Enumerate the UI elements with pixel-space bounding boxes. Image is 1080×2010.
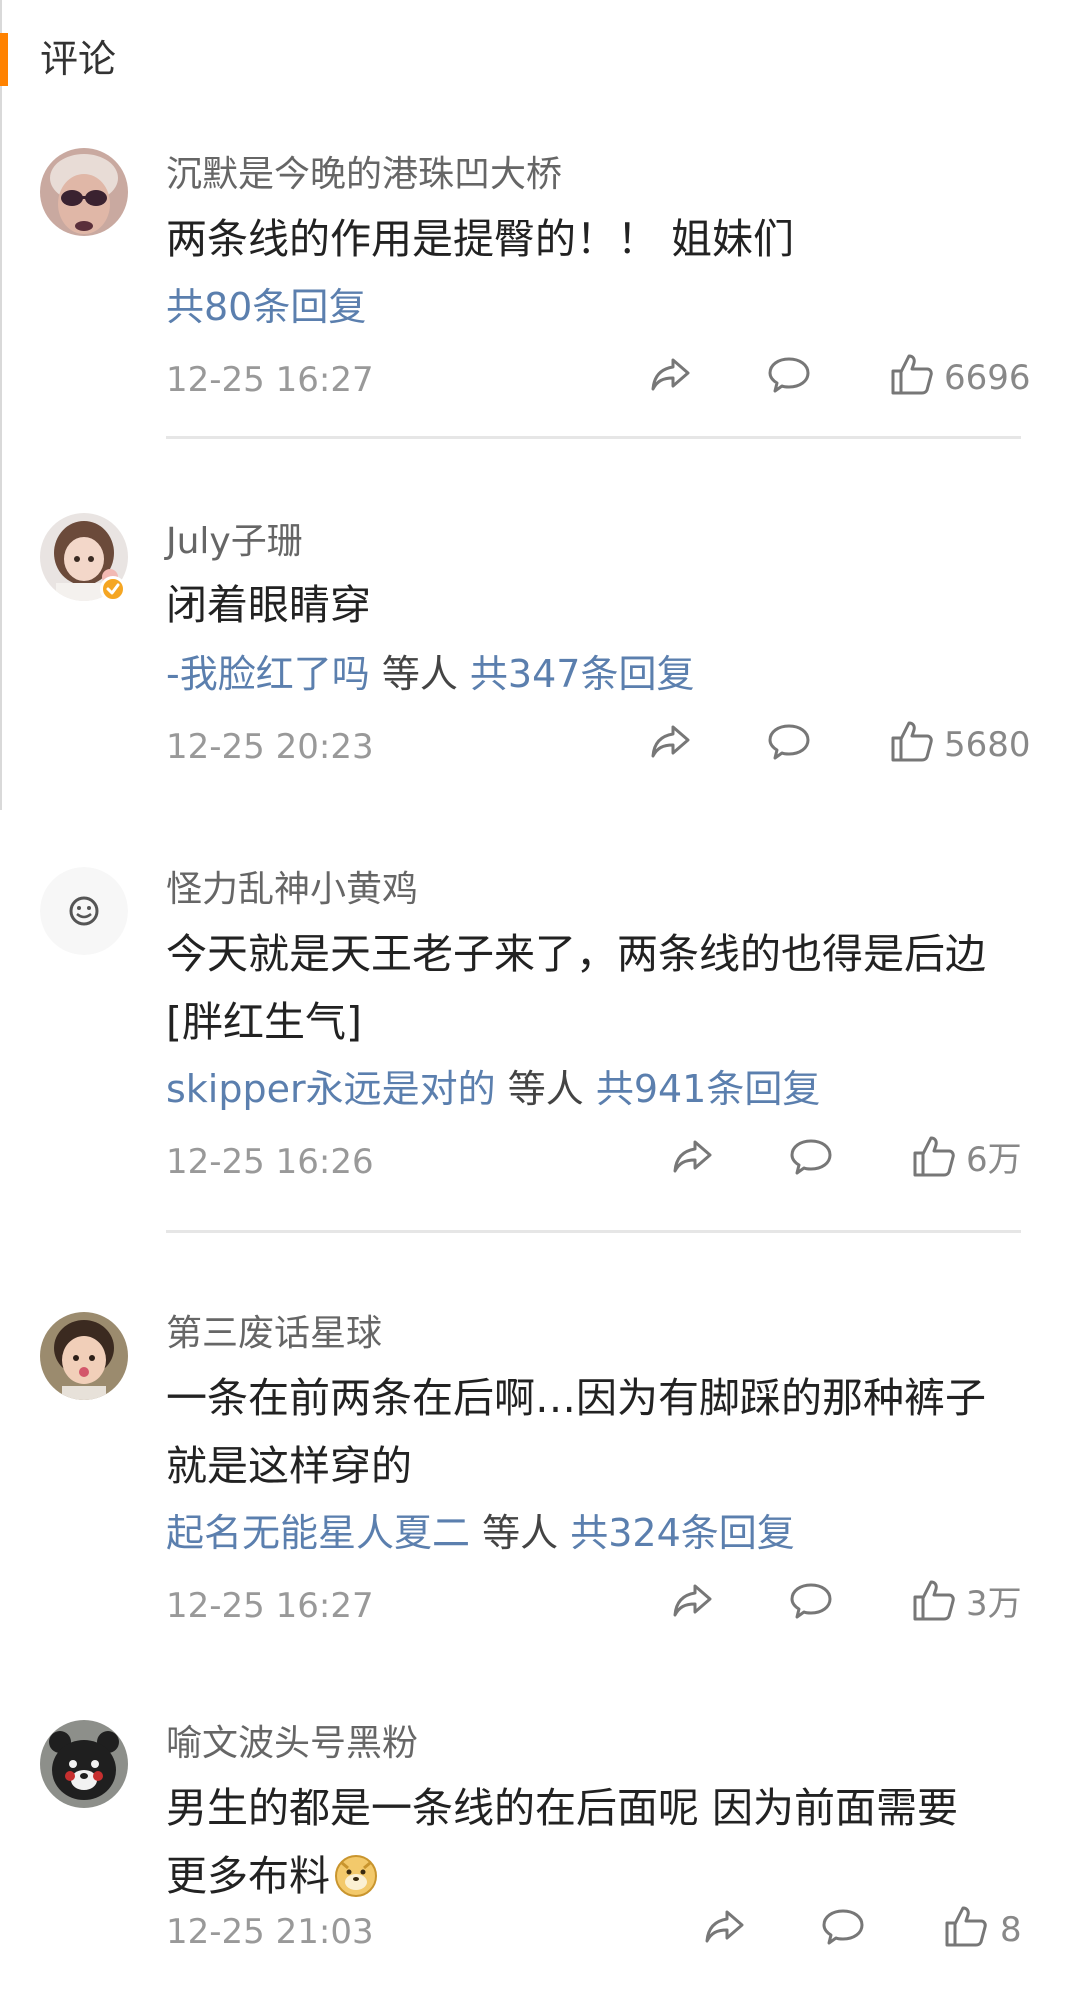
thumbs-up-icon (891, 354, 933, 395)
thumbs-up-icon (913, 1136, 955, 1177)
share-icon (651, 725, 690, 758)
comment-button[interactable] (820, 1904, 870, 1954)
like-button[interactable] (888, 717, 938, 767)
share-button[interactable] (702, 1904, 752, 1954)
share-icon (673, 1140, 712, 1173)
comment-item: July子珊 闭着眼睛穿 -我脸红了吗 等人 共347条回复 12-25 20:… (0, 440, 1080, 810)
comment-text: 两条线的作用是提臀的！！ 姐妹们 (166, 215, 795, 263)
comment-timestamp: 12-25 21:03 (166, 1912, 374, 1952)
like-count: 6万 (966, 1140, 1022, 1180)
comment-item: 喻文波头号黑粉 男生的都是一条线的在后面呢 因为前面需要更多布料 12-25 2… (0, 1670, 1080, 2010)
avatar[interactable] (40, 148, 128, 236)
replier-link[interactable]: 起名无能星人夏二 (166, 1511, 470, 1555)
comment-icon (822, 1909, 864, 1945)
thumbs-up-icon (913, 1580, 955, 1621)
reply-others-text: 等人 (507, 1067, 584, 1111)
reply-summary[interactable]: skipper永远是对的 等人 共941条回复 (166, 1064, 820, 1114)
share-icon (705, 1910, 744, 1943)
comment-icon (790, 1583, 832, 1619)
reply-others-text: 等人 (482, 1511, 559, 1555)
avatar-image-sunglasses (40, 148, 128, 236)
comment-username[interactable]: 沉默是今晚的港珠凹大桥 (166, 153, 562, 197)
like-button[interactable] (888, 350, 938, 400)
share-button[interactable] (670, 1134, 720, 1184)
comment-timestamp: 12-25 16:27 (166, 360, 374, 400)
like-button[interactable] (942, 1902, 992, 1952)
like-count: 6696 (944, 358, 1031, 398)
share-icon (651, 358, 690, 391)
comment-timestamp: 12-25 16:27 (166, 1586, 374, 1626)
reply-summary[interactable]: 共80条回复 (166, 282, 366, 332)
thumbs-up-icon (945, 1906, 987, 1947)
comment-item: 怪力乱神小黄鸡 今天就是天王老子来了，两条线的也得是后边[胖红生气] skipp… (0, 810, 1080, 1233)
reply-others-text: 等人 (381, 652, 458, 696)
reply-summary[interactable]: 起名无能星人夏二 等人 共324条回复 (166, 1508, 795, 1558)
share-button[interactable] (648, 352, 698, 402)
share-button[interactable] (648, 719, 698, 769)
avatar[interactable] (40, 867, 128, 955)
comment-timestamp: 12-25 20:23 (166, 727, 374, 767)
comment-button[interactable] (766, 352, 816, 402)
comment-item: 第三废话星球 一条在前两条在后啊…因为有脚踩的那种裤子就是这样穿的 起名无能星人… (0, 1230, 1080, 1670)
comment-username[interactable]: 喻文波头号黑粉 (166, 1722, 418, 1766)
comment-username[interactable]: 怪力乱神小黄鸡 (166, 868, 418, 912)
comment-button[interactable] (788, 1578, 838, 1628)
reply-count-link[interactable]: 共347条回复 (470, 652, 695, 696)
comment-icon (768, 357, 810, 393)
share-icon (673, 1584, 712, 1617)
like-count: 8 (1000, 1910, 1022, 1950)
comment-username[interactable]: July子珊 (166, 520, 303, 564)
verified-badge-icon (100, 576, 126, 602)
comment-icon (768, 724, 810, 760)
replier-link[interactable]: -我脸红了吗 (166, 652, 370, 696)
like-count: 3万 (966, 1584, 1022, 1624)
comment-button[interactable] (766, 719, 816, 769)
avatar-image-child (40, 1312, 128, 1400)
like-count: 5680 (944, 725, 1031, 765)
avatar[interactable] (40, 1312, 128, 1400)
like-button[interactable] (910, 1576, 960, 1626)
comment-text: 一条在前两条在后啊…因为有脚踩的那种裤子就是这样穿的 (166, 1374, 986, 1490)
avatar-image-bear (40, 1720, 128, 1808)
comment-text: 今天就是天王老子来了，两条线的也得是后边[胖红生气] (166, 930, 986, 1046)
comment-button[interactable] (788, 1134, 838, 1184)
thumbs-up-icon (891, 721, 933, 762)
share-button[interactable] (670, 1578, 720, 1628)
reply-count-link[interactable]: 共941条回复 (596, 1067, 821, 1111)
comment-item: 沉默是今晚的港珠凹大桥 两条线的作用是提臀的！！ 姐妹们 共80条回复 12-2… (0, 0, 1080, 440)
comment-text: 闭着眼睛穿 (166, 581, 371, 629)
reply-count-link[interactable]: 共324条回复 (570, 1511, 795, 1555)
comment-text-body: 男生的都是一条线的在后面呢 因为前面需要更多布料 (166, 1784, 959, 1900)
comment-text: 男生的都是一条线的在后面呢 因为前面需要更多布料 (166, 1774, 986, 1918)
replier-link[interactable]: skipper永远是对的 (166, 1067, 496, 1111)
avatar[interactable] (40, 1720, 128, 1808)
comment-username[interactable]: 第三废话星球 (166, 1312, 382, 1356)
doge-emoji-icon (334, 1850, 378, 1918)
reply-count-link[interactable]: 共80条回复 (166, 285, 366, 329)
reply-summary[interactable]: -我脸红了吗 等人 共347条回复 (166, 649, 694, 699)
comment-icon (790, 1139, 832, 1175)
comment-divider (166, 436, 1021, 439)
like-button[interactable] (910, 1132, 960, 1182)
comment-timestamp: 12-25 16:26 (166, 1142, 374, 1182)
avatar-image-smiley (40, 867, 128, 955)
